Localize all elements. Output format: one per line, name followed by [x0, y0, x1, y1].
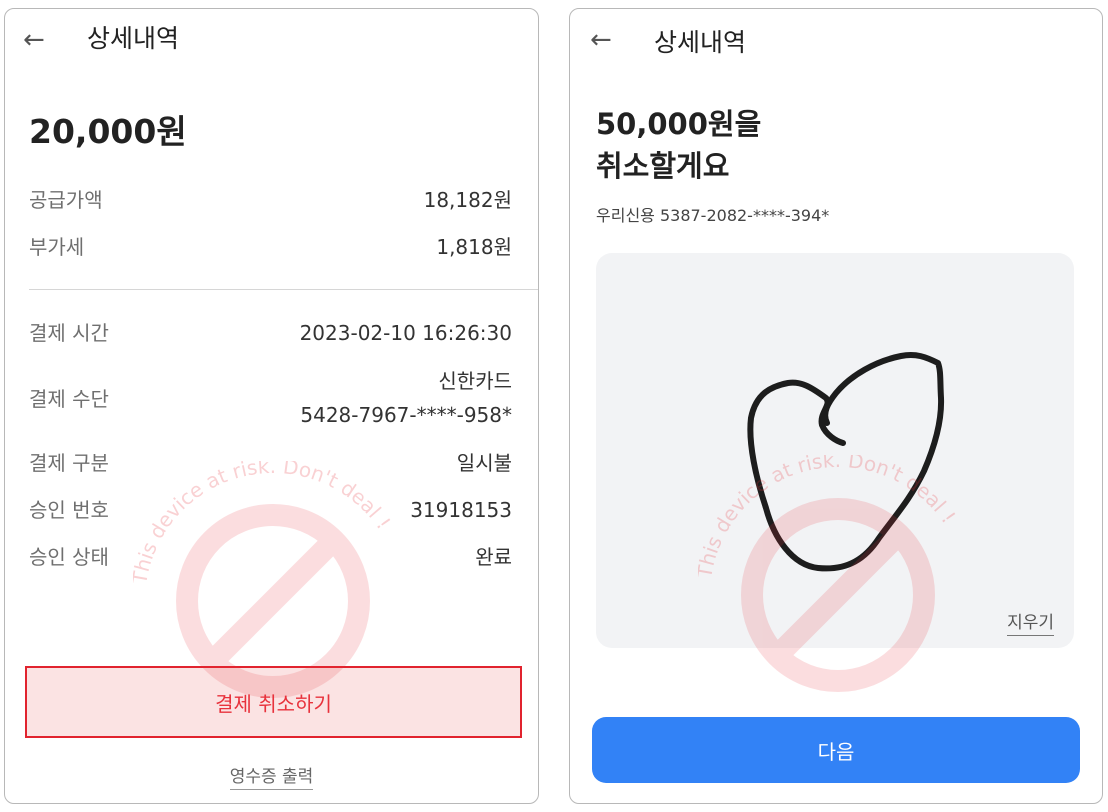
- payment-amount: 20,000원: [29, 112, 187, 151]
- row-value: 1,818원: [436, 235, 512, 259]
- page-title: 상세내역: [87, 24, 180, 53]
- approval-number-row: 승인 번호 31918153: [29, 494, 512, 526]
- cancel-payment-button[interactable]: 결제 취소하기: [25, 666, 522, 738]
- payment-time-row: 결제 시간 2023-02-10 16:26:30: [29, 317, 512, 349]
- receipt-link-wrap: 영수증 출력: [5, 762, 538, 790]
- print-receipt-link[interactable]: 영수증 출력: [229, 767, 314, 790]
- payment-method-row: 결제 수단 신한카드 5428-7967-****-958*: [29, 365, 512, 431]
- detail-panel: ← 상세내역 20,000원 공급가액 18,182원 부가세 1,818원 결…: [4, 8, 539, 804]
- supply-price-row: 공급가액 18,182원: [29, 184, 512, 216]
- page-title: 상세내역: [654, 28, 747, 57]
- divider: [29, 289, 538, 290]
- signature-pad[interactable]: [596, 253, 1074, 648]
- row-label: 결제 수단: [29, 387, 109, 411]
- row-value: 18,182원: [423, 188, 512, 212]
- next-button[interactable]: 다음: [592, 717, 1080, 783]
- vat-row: 부가세 1,818원: [29, 231, 512, 263]
- row-value: 신한카드 5428-7967-****-958*: [300, 365, 512, 431]
- card-company: 신한카드: [438, 369, 512, 393]
- row-label: 결제 구분: [29, 451, 109, 475]
- card-number: 5428-7967-****-958*: [300, 403, 512, 427]
- row-value: 완료: [475, 545, 512, 569]
- row-value: 일시불: [456, 451, 512, 475]
- cancel-panel: ← 상세내역 50,000원을 취소할게요 우리신용 5387-2082-***…: [569, 8, 1103, 804]
- row-label: 승인 상태: [29, 545, 109, 569]
- approval-status-row: 승인 상태 완료: [29, 541, 512, 573]
- cancel-title-line2: 취소할게요: [596, 149, 730, 183]
- erase-link-wrap: 지우기: [1007, 608, 1054, 636]
- row-label: 공급가액: [29, 188, 103, 212]
- back-arrow-icon[interactable]: ←: [23, 27, 45, 53]
- cancel-amount-title: 50,000원을: [596, 107, 762, 141]
- signature-drawing: [747, 351, 945, 572]
- payment-type-row: 결제 구분 일시불: [29, 447, 512, 479]
- erase-signature-link[interactable]: 지우기: [1007, 613, 1054, 636]
- row-value: 31918153: [410, 498, 512, 522]
- row-label: 승인 번호: [29, 498, 109, 522]
- card-info: 우리신용 5387-2082-****-394*: [596, 206, 830, 225]
- row-label: 결제 시간: [29, 321, 109, 345]
- row-label: 부가세: [29, 235, 85, 259]
- row-value: 2023-02-10 16:26:30: [299, 321, 512, 345]
- back-arrow-icon[interactable]: ←: [590, 27, 612, 53]
